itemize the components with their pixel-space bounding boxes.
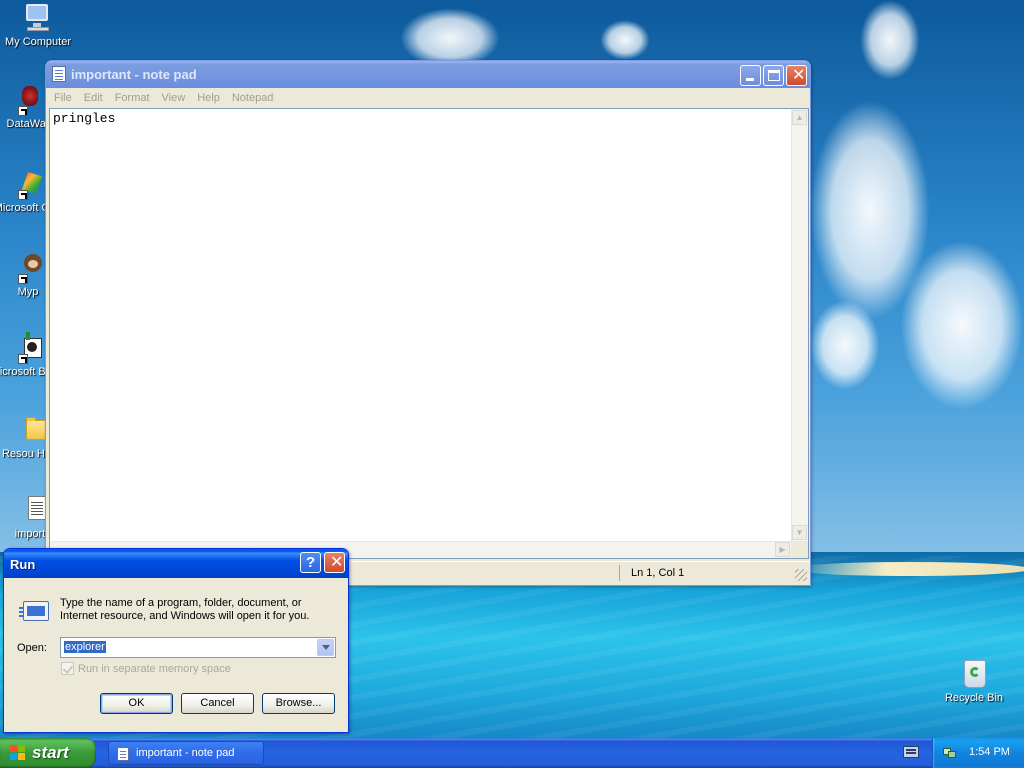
cancel-button[interactable]: Cancel [181, 693, 254, 714]
start-label: start [32, 743, 69, 762]
keyboard-icon[interactable] [903, 746, 919, 758]
close-button[interactable]: ✕ [786, 65, 807, 86]
cloud [400, 8, 500, 68]
maximize-icon [768, 70, 780, 81]
resize-grip-icon[interactable] [795, 569, 807, 581]
menu-help[interactable]: Help [191, 92, 226, 104]
desktop-icon-label: DataWar [6, 118, 50, 130]
scroll-up-icon[interactable]: ▲ [792, 110, 807, 125]
vertical-scrollbar[interactable]: ▲ ▼ [791, 109, 808, 541]
start-button[interactable]: start [0, 738, 96, 768]
network-icon[interactable] [943, 746, 957, 758]
notepad-icon [117, 747, 129, 761]
minimize-icon [746, 78, 754, 81]
run-icon [19, 599, 51, 623]
cloud [900, 240, 1024, 410]
run-dialog[interactable]: Run ? ✕ Type the name of a program, fold… [3, 548, 349, 733]
notepad-text-area[interactable]: pringles ▲ ▼ ▶ [49, 108, 809, 559]
help-button[interactable]: ? [300, 552, 321, 573]
chevron-down-icon[interactable] [317, 639, 334, 656]
browse-button[interactable]: Browse... [262, 693, 335, 714]
scroll-right-icon[interactable]: ▶ [775, 542, 790, 557]
cloud [860, 0, 920, 80]
ok-button[interactable]: OK [100, 693, 173, 714]
open-label: Open: [17, 642, 47, 654]
desktop-icon-label: Recycle Bin [944, 692, 1004, 704]
close-icon: ✕ [792, 67, 806, 84]
close-icon: ✕ [330, 554, 344, 571]
run-description: Type the name of a program, folder, docu… [60, 597, 310, 622]
desktop-icon-recycle-bin[interactable]: Recycle Bin [936, 658, 1012, 705]
windows-flag-icon [10, 745, 26, 761]
notepad-title: important - note pad [71, 67, 197, 82]
menu-format[interactable]: Format [109, 92, 156, 104]
run-titlebar[interactable]: Run ? ✕ [4, 549, 348, 578]
folder-icon [16, 414, 48, 446]
help-icon: ? [306, 554, 316, 571]
run-close-button[interactable]: ✕ [324, 552, 345, 573]
visual-cpp-icon [12, 168, 44, 200]
desktop-icon-my-computer[interactable]: My Computer [0, 2, 76, 49]
desktop-icon-label: Myp [17, 286, 39, 298]
menu-file[interactable]: File [48, 92, 78, 104]
separate-memory-label: Run in separate memory space [78, 663, 231, 675]
notepad-icon [52, 66, 66, 82]
separate-memory-checkbox[interactable] [61, 662, 74, 675]
text-document-icon [14, 494, 46, 526]
cursor-position: Ln 1, Col 1 [631, 567, 685, 579]
open-combobox[interactable]: explorer [60, 637, 336, 658]
open-input-value[interactable]: explorer [64, 641, 106, 653]
menu-edit[interactable]: Edit [78, 92, 109, 104]
visual-basic-icon [12, 332, 44, 364]
scroll-down-icon[interactable]: ▼ [792, 525, 807, 540]
maximize-button[interactable] [763, 65, 784, 86]
notepad-titlebar[interactable]: important - note pad ✕ [46, 61, 810, 88]
datawar-icon [12, 84, 44, 116]
taskbar: start important - note pad 1:54 PM [0, 738, 1024, 768]
myp-icon [12, 252, 44, 284]
cloud [600, 20, 650, 60]
desktop-icon-label: import [14, 528, 46, 540]
taskbar-item-notepad[interactable]: important - note pad [108, 741, 264, 765]
minimize-button[interactable] [740, 65, 761, 86]
clock[interactable]: 1:54 PM [969, 746, 1010, 758]
notepad-menubar: File Edit Format View Help Notepad [46, 88, 810, 108]
desktop-icon-label: My Computer [4, 36, 72, 48]
scrollbar-corner [791, 541, 808, 558]
recycle-bin-icon [958, 658, 990, 690]
menu-view[interactable]: View [156, 92, 192, 104]
desktop-sand [790, 562, 1024, 576]
notepad-content[interactable]: pringles [53, 111, 115, 126]
notepad-window[interactable]: important - note pad ✕ File Edit Format … [45, 60, 811, 586]
status-separator [619, 565, 620, 581]
run-title: Run [10, 557, 36, 572]
menu-notepad[interactable]: Notepad [226, 92, 280, 104]
cloud [810, 300, 880, 390]
system-tray: 1:54 PM [932, 738, 1024, 768]
taskbar-item-label: important - note pad [136, 747, 235, 759]
my-computer-icon [22, 2, 54, 34]
